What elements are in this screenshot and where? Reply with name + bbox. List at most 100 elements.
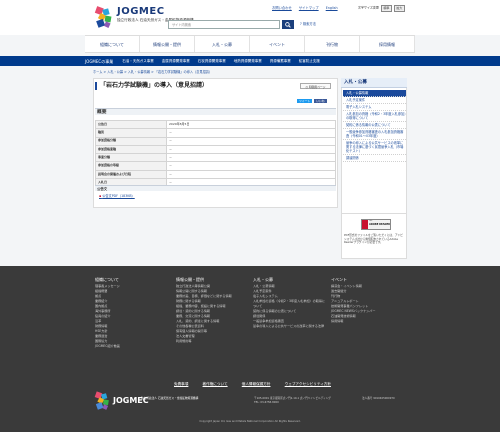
- footer-link[interactable]: 採用情報: [331, 319, 405, 324]
- nav-events[interactable]: イベント: [250, 36, 305, 52]
- attachment-link[interactable]: ▪ 公告文PDF（183KB）: [99, 194, 135, 198]
- table-value: －: [166, 128, 336, 138]
- business-nav-title[interactable]: JOGMECの事業: [85, 59, 113, 64]
- font-size-control: 文字サイズ変更 標準 拡大: [358, 5, 405, 12]
- footer-heading[interactable]: 入札・公募: [253, 277, 325, 283]
- font-size-label: 文字サイズ変更: [358, 5, 379, 10]
- footer-logo-subtitle: 独立行政法人 石油天然ガス・金属鉱物資源機構: [141, 396, 199, 400]
- nav-procurement[interactable]: 入札・公募: [195, 36, 250, 52]
- table-value: －: [166, 161, 336, 171]
- adobe-description: PDF形式のファイルをご覧いただくには、アドビシステムズ社から無償配布されている…: [344, 233, 403, 245]
- table-value: －: [166, 153, 336, 163]
- footer-link[interactable]: JOGMEC紹介動画: [95, 344, 165, 349]
- business-nav-item[interactable]: 鉱害防止支援: [299, 59, 320, 63]
- business-nav-item[interactable]: 金属資源開発事業: [162, 59, 190, 63]
- print-button[interactable]: ⎙ 印刷用ページ: [300, 83, 331, 89]
- site-header: [0, 0, 500, 35]
- nav-publications[interactable]: 刊行物: [305, 36, 360, 52]
- jogmec-logo-icon[interactable]: [94, 6, 114, 29]
- footer-col-organization: 組織について 理事長メッセージ 組織概要 拠点 業務紹介 国内拠点 海外事務所 役員の紹介 沿革…: [95, 277, 165, 349]
- table-row: 事業分類－: [95, 153, 336, 163]
- business-nav-item[interactable]: 資源備蓄事業: [270, 59, 291, 63]
- contact-link[interactable]: お問い合わせ: [272, 6, 292, 10]
- font-large-button[interactable]: 拡大: [393, 5, 405, 12]
- sidebar-item[interactable]: 一般競争参加資格審査の入札参加資格審査（令和01～03年度）: [343, 129, 406, 140]
- overview-heading: 概要: [95, 108, 336, 115]
- printer-icon: ⎙: [305, 85, 308, 89]
- nav-disclosure[interactable]: 情報公開・提供: [140, 36, 195, 52]
- sidebar-heading[interactable]: 入札・公募: [341, 78, 407, 88]
- footer-heading[interactable]: 情報公開・提供: [176, 277, 246, 283]
- footer-policy-links: 免責事項 著作権について 個人情報保護方針 ウェブアクセシビリティ方針: [174, 382, 344, 386]
- table-key: 参加資格業種: [95, 144, 167, 155]
- table-key: 種別: [95, 128, 167, 138]
- business-nav-item[interactable]: 石油・天然ガス事業: [122, 59, 154, 63]
- table-key: 参加資格分類: [95, 136, 167, 146]
- accessibility-link[interactable]: ウェブアクセシビリティ方針: [285, 382, 331, 386]
- main-nav: 組織について 情報公開・提供 入札・公募 イベント 刊行物 採用情報: [85, 35, 415, 53]
- table-key: 事業分類: [95, 153, 167, 163]
- footer-logo-icon[interactable]: [94, 391, 111, 411]
- table-value: －: [166, 144, 336, 155]
- business-nav-item[interactable]: 地熱資源開発事業: [234, 59, 262, 63]
- table-key: 説明会の開催および日程: [95, 169, 167, 180]
- table-row: 公告日 2020年8月5日: [95, 119, 336, 130]
- table-value: 2020年8月5日: [166, 119, 336, 130]
- page-title: 「岩石力学試験機」の導入（意見招請）: [95, 82, 295, 90]
- table-row: 参加資格分類－: [95, 136, 336, 146]
- english-link[interactable]: English: [326, 6, 338, 10]
- sidebar-item[interactable]: 電子入札システム: [343, 104, 406, 111]
- page: JOGMEC 独立行政法人 石油天然ガス・金属鉱物資源機構 お問い合わせ サイト…: [0, 0, 500, 432]
- footer-link[interactable]: 利用規約等: [176, 339, 246, 344]
- footer-link[interactable]: 入札参加の資格（令和2・3年度入札参加）の取得について: [253, 299, 325, 309]
- sidebar-item[interactable]: 入札参加の資格（令和2・3年度入札参加）の取得について: [343, 111, 406, 122]
- search-input[interactable]: サイト内検索: [168, 20, 280, 29]
- table-row: 説明会の開催および日程－: [95, 169, 336, 180]
- sitemap-link[interactable]: サイトマップ: [299, 6, 319, 10]
- sidebar-item[interactable]: 調達関係: [343, 155, 406, 162]
- footer-heading[interactable]: イベント: [331, 277, 405, 283]
- magnifier-icon: [285, 21, 291, 28]
- disclaimer-link[interactable]: 免責事項: [174, 382, 188, 386]
- table-value: －: [166, 136, 336, 146]
- like-button[interactable]: いいね: [314, 99, 327, 104]
- sidebar-list: 入札・公募情報 入札予定案件 電子入札システム 入札参加の資格（令和2・3年度入札参加…: [343, 90, 406, 162]
- copyright-link[interactable]: 著作権について: [203, 382, 228, 386]
- footer-col-procurement: 入札・公募 入札・公募情報 入札予定案件 電子入札システム 入札参加の資格（令和2・3年…: [253, 277, 325, 329]
- business-nav-item[interactable]: 石炭資源開発事業: [198, 59, 226, 63]
- logo-text[interactable]: JOGMEC: [117, 6, 165, 19]
- footer: [0, 266, 500, 432]
- sidebar-item[interactable]: 入札予定案件: [343, 97, 406, 104]
- tel-text: TEL: 03-6758-8000: [254, 400, 279, 404]
- footer-heading[interactable]: 組織について: [95, 277, 165, 283]
- help-icon: ?: [300, 22, 302, 26]
- adobe-icon: [362, 220, 368, 229]
- search-help-link[interactable]: ? 検索方法: [300, 22, 316, 26]
- adobe-badge-name: ADOBE READER: [369, 223, 390, 226]
- footer-address: 〒105-0001 東京都港区虎ノ門2-10-1 虎ノ門ツインビルディング TE…: [254, 397, 331, 405]
- table-key: 参加資格の等級: [95, 161, 167, 171]
- attachment-heading: 公告文: [95, 185, 336, 191]
- font-standard-button[interactable]: 標準: [380, 5, 392, 12]
- privacy-link[interactable]: 個人情報保護方針: [242, 382, 271, 386]
- table-row: 種別－: [95, 128, 336, 138]
- overview-table: 公告日 2020年8月5日 種別－参加資格分類－参加資格業種－事業分類－参加資格の等…: [95, 119, 336, 188]
- nav-organization[interactable]: 組織について: [85, 36, 140, 52]
- table-key: 公告日: [95, 119, 167, 130]
- table-row: 参加資格の等級－: [95, 161, 336, 171]
- share-buttons: ツイート いいね: [296, 99, 327, 104]
- search-button[interactable]: [282, 20, 294, 29]
- breadcrumb[interactable]: ホーム > 入札・公募 > 入札・公募情報 > 「岩石力学試験機」の導入（意見招…: [93, 70, 212, 74]
- tweet-button[interactable]: ツイート: [297, 99, 313, 104]
- footer-col-disclosure: 情報公開・提供 独立行政法人等情報公開 情報公開に関する情報 業務計画、目標、評価など…: [176, 277, 246, 344]
- corporate-number: 法人番号 9010405000970: [362, 397, 395, 400]
- business-nav: JOGMECの事業 石油・天然ガス事業 金属資源開発事業 石炭資源開発事業 地熱…: [85, 56, 415, 66]
- copyright: Copyright Japan Oil, Gas and Metals Nati…: [199, 420, 301, 423]
- sidebar-item[interactable]: 入札・公募情報: [343, 90, 406, 97]
- utility-links: お問い合わせ サイトマップ English: [272, 6, 344, 10]
- table-value: －: [166, 169, 336, 180]
- sidebar-item[interactable]: 競争の導入による公共サービスの改革に関する法律に基づく民間競争入札（市場化テスト…: [343, 140, 406, 155]
- sidebar-item[interactable]: 契約に係る情報の公表について: [343, 122, 406, 129]
- footer-link[interactable]: 競争の導入による公共サービスの改革に関する法律: [253, 324, 325, 329]
- nav-recruit[interactable]: 採用情報: [360, 36, 415, 52]
